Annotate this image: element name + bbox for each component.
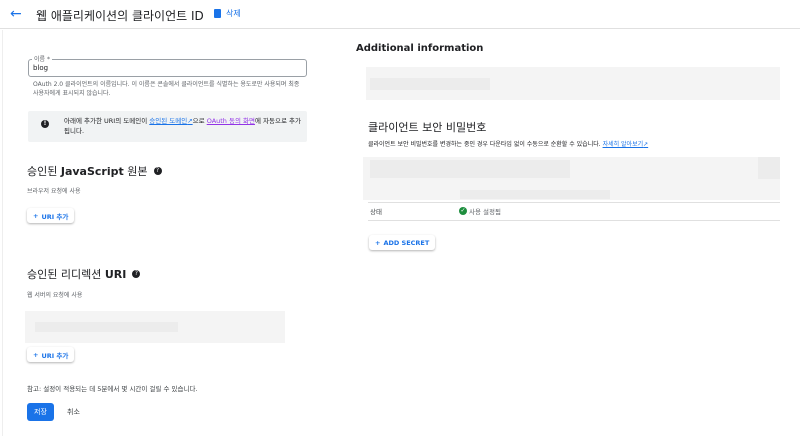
copy-icon[interactable]	[758, 157, 780, 179]
authorized-domains-link[interactable]: 승인된 도메인	[149, 117, 187, 125]
add-secret-label: ADD SECRET	[383, 238, 430, 247]
help-icon[interactable]: ?	[153, 167, 162, 175]
check-circle-icon: ✓	[459, 207, 467, 215]
divider	[2, 30, 3, 436]
redacted-text	[35, 322, 178, 332]
redacted-text	[370, 78, 490, 90]
additional-info-heading: Additional information	[356, 43, 484, 54]
divider	[368, 202, 780, 203]
info-text: 아래에 추가한 URI의 도메인이 승인된 도메인↗으로 OAuth 동의 화면…	[64, 116, 304, 136]
add-redirect-uri-button[interactable]: + URI 추가	[27, 347, 75, 362]
add-secret-button[interactable]: + ADD SECRET	[369, 235, 436, 250]
client-secret-heading: 클라이언트 보안 비밀번호	[368, 121, 487, 134]
external-link-icon: ↗	[643, 141, 649, 148]
js-title-bold: JavaScript	[60, 165, 124, 178]
redirect-heading: 승인된 리디렉션 URI?	[27, 266, 141, 282]
add-js-uri-button[interactable]: + URI 추가	[27, 208, 75, 223]
name-value[interactable]: blog	[33, 64, 48, 72]
name-label: 이름 *	[32, 54, 52, 63]
redirect-title-bold: URI	[104, 268, 127, 281]
redacted-text	[370, 160, 570, 178]
save-button[interactable]: 저장	[27, 403, 54, 421]
status-value: ✓ 사용 설정됨	[459, 206, 501, 216]
info-pre: 아래에 추가한 URI의 도메인이	[64, 117, 150, 125]
add-uri-label: URI 추가	[41, 351, 69, 360]
redirect-title-pre: 승인된 리디렉션	[27, 268, 105, 281]
info-icon: !	[41, 120, 49, 128]
page-title: 웹 애플리케이션의 클라이언트 ID	[36, 9, 204, 23]
redacted-text	[460, 190, 610, 199]
oauth-consent-link[interactable]: OAuth 동의 화면	[207, 117, 255, 125]
plus-icon: +	[375, 238, 381, 247]
name-input[interactable]	[28, 59, 307, 77]
note-text: 참고: 설정이 적용되는 데 5분에서 몇 시간이 걸릴 수 있습니다.	[27, 385, 198, 393]
js-title-post: 원본	[123, 165, 148, 178]
trash-icon	[214, 9, 221, 18]
plus-icon: +	[33, 211, 39, 220]
help-icon[interactable]: ?	[132, 270, 141, 278]
status-label: 상태	[370, 208, 382, 216]
info-mid: 으로	[192, 117, 207, 125]
plus-icon: +	[33, 350, 39, 359]
js-origins-heading: 승인된 JavaScript 원본?	[27, 163, 162, 179]
name-help: OAuth 2.0 클라이언트의 이름입니다. 이 이름은 콘솔에서 클라이언트…	[33, 81, 300, 97]
secret-desc-text: 클라이언트 보안 비밀번호를 변경하는 중인 경우 다운타임 없이 수동으로 순…	[368, 141, 603, 148]
redirect-subtitle: 웹 서버의 요청에 사용	[27, 292, 83, 299]
cancel-button[interactable]: 취소	[67, 407, 80, 417]
js-title-pre: 승인된	[27, 165, 61, 178]
client-secret-desc: 클라이언트 보안 비밀번호를 변경하는 중인 경우 다운타임 없이 수동으로 순…	[368, 139, 648, 148]
delete-label: 삭제	[226, 9, 241, 18]
js-origins-subtitle: 브라우저 요청에 사용	[27, 188, 81, 195]
status-text: 사용 설정됨	[469, 208, 501, 216]
divider	[368, 220, 780, 221]
delete-button[interactable]: 삭제	[214, 8, 241, 19]
learn-more-link[interactable]: 자세히 알아보기	[603, 141, 644, 148]
back-arrow-icon[interactable]: ←	[10, 6, 22, 22]
add-uri-label: URI 추가	[41, 212, 69, 221]
